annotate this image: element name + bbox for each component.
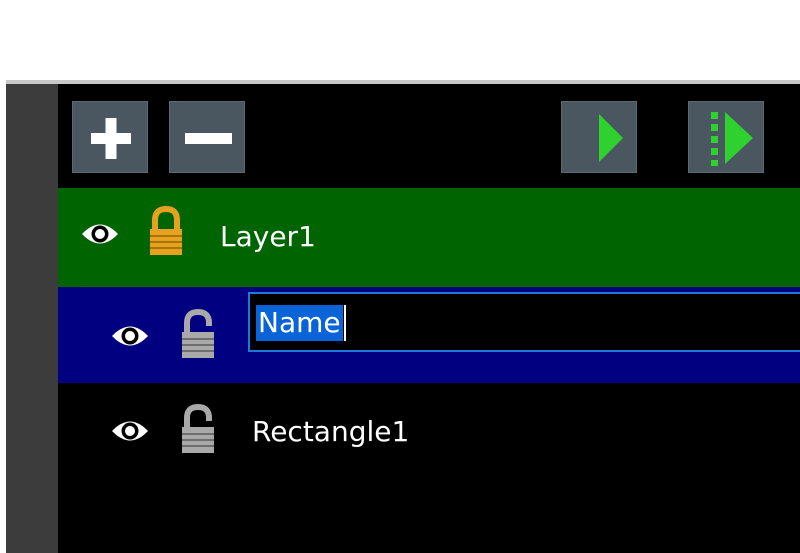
- remove-layer-button[interactable]: [169, 101, 245, 173]
- selected-text: Name: [256, 305, 343, 341]
- unlocked-icon[interactable]: [178, 403, 218, 459]
- layer-name-label: Rectangle1: [252, 415, 410, 448]
- layers-toolbar: [58, 84, 800, 188]
- eye-icon[interactable]: [110, 321, 150, 351]
- layer-row-layer1[interactable]: Layer1: [58, 188, 800, 287]
- minus-icon: [185, 133, 232, 144]
- play-icon: [599, 114, 623, 162]
- layer-row-rectangle1[interactable]: Rectangle1: [58, 383, 800, 487]
- add-layer-button[interactable]: [72, 101, 148, 173]
- layers-panel: Layer1 Name Rectangle1: [58, 84, 800, 553]
- lock-icon[interactable]: [146, 205, 186, 261]
- play-frames-button[interactable]: [688, 101, 764, 173]
- eye-icon[interactable]: [110, 416, 150, 446]
- play-frames-icon: [711, 112, 753, 166]
- text-caret: [344, 305, 346, 341]
- play-button[interactable]: [561, 101, 637, 173]
- unlocked-icon[interactable]: [178, 308, 218, 364]
- plus-icon: [91, 118, 131, 159]
- window-top-area: [0, 0, 800, 80]
- layer-name-label: Layer1: [220, 220, 316, 253]
- eye-icon[interactable]: [80, 219, 120, 249]
- layer-name-input[interactable]: Name: [248, 292, 800, 352]
- layer-row-editing[interactable]: Name: [58, 287, 800, 383]
- left-gutter: [6, 84, 58, 553]
